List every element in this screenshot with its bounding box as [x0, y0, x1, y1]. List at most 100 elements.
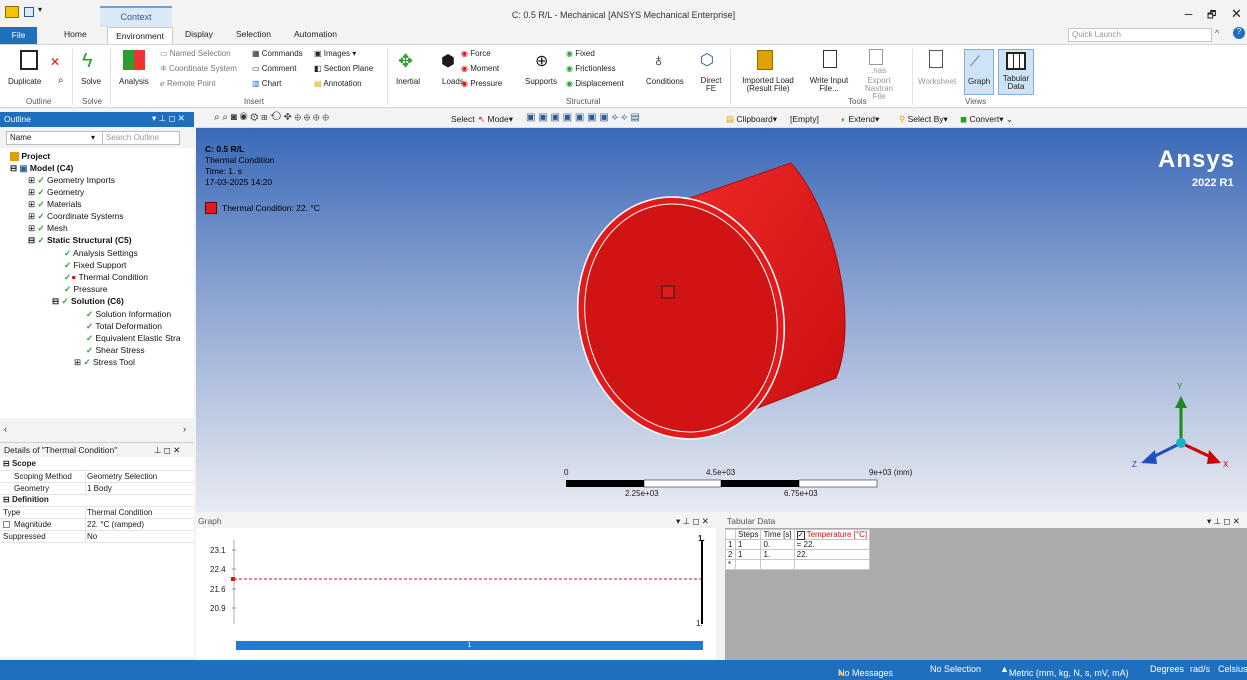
pin-icon[interactable]: ⊥ ◻ ✕: [154, 445, 180, 456]
mode-button[interactable]: ↖ Mode▾: [478, 114, 513, 125]
graphics-viewport[interactable]: C: 0.5 R/L Thermal Condition Time: 1. s …: [196, 128, 1247, 512]
detail-row-geometry[interactable]: Geometry 1 Body: [0, 483, 194, 495]
select-by-button[interactable]: ⚲ Select By▾: [899, 114, 948, 125]
detail-row-type[interactable]: Type Thermal Condition: [0, 507, 194, 519]
tree-item-geometry[interactable]: ⊞ ✓ Geometry: [28, 187, 84, 198]
direct-fe-button[interactable]: Direct FE: [700, 77, 722, 93]
col-temperature[interactable]: ✓ Temperature [°C]: [793, 529, 871, 540]
tree-item-geometry-imports[interactable]: ⊞ ✓ Geometry Imports: [28, 175, 115, 186]
delete-icon[interactable]: ✕: [50, 55, 60, 69]
filter-name-select[interactable]: Name ▾: [6, 131, 104, 145]
tree-item-shear-stress[interactable]: ✓ Shear Stress: [86, 345, 145, 356]
axis-triad[interactable]: [1131, 388, 1231, 478]
tree-item-pressure[interactable]: ✓ Pressure: [64, 284, 108, 295]
chevron-up-icon[interactable]: ^: [1215, 28, 1219, 38]
remote-point-button[interactable]: ℯ Remote Point: [160, 79, 215, 88]
col-steps[interactable]: Steps: [734, 529, 762, 540]
pin-icon[interactable]: ▾ ⊥ ◻ ✕: [676, 516, 709, 527]
fixed-button[interactable]: ◉ Fixed: [566, 49, 595, 58]
timeline-bar[interactable]: 1: [236, 641, 703, 650]
definition-section[interactable]: ⊟ Definition: [0, 495, 194, 507]
tree-item-solution-information[interactable]: ✓ Solution Information: [86, 309, 171, 320]
cylinder-model[interactable]: [566, 148, 926, 468]
pin-icon[interactable]: ▾ ⊥ ◻ ✕: [1207, 516, 1240, 527]
moment-button[interactable]: ◉ Moment: [461, 64, 499, 73]
rate-units[interactable]: rad/s: [1190, 664, 1210, 674]
angle-units[interactable]: Degrees: [1150, 664, 1184, 674]
chart-button[interactable]: ▥ Chart: [252, 79, 281, 88]
named-selection-button[interactable]: ▭ Named Selection: [160, 49, 231, 58]
tree-item-equivalent-elastic-strain[interactable]: ✓ Equivalent Elastic Stra: [86, 333, 181, 344]
checkbox-checked-icon[interactable]: ✓: [796, 531, 805, 540]
tree-item-total-deformation[interactable]: ✓ Total Deformation: [86, 321, 162, 332]
displacement-button[interactable]: ◉ Displacement: [566, 79, 624, 88]
force-button[interactable]: ◉ Force: [461, 49, 491, 58]
tab-automation[interactable]: Automation: [294, 29, 337, 39]
detail-row-magnitude[interactable]: Magnitude 22. °C (ramped): [0, 519, 194, 531]
tab-home[interactable]: Home: [64, 29, 87, 39]
tree-item-materials[interactable]: ⊞ ✓ Materials: [28, 199, 81, 210]
tree-item-stress-tool[interactable]: ⊞ ✓ Stress Tool: [74, 357, 135, 368]
frictionless-button[interactable]: ◉ Frictionless: [566, 64, 616, 73]
tree-item-coordinate-systems[interactable]: ⊞ ✓ Coordinate Systems: [28, 211, 124, 222]
scope-section[interactable]: ⊟ Scope: [0, 459, 194, 471]
search-outline-input[interactable]: Search Outline: [102, 131, 180, 145]
checkbox[interactable]: [3, 521, 10, 528]
tabular-data-button[interactable]: Tabular Data: [1001, 75, 1031, 91]
tab-file[interactable]: File: [0, 27, 37, 44]
chevron-left-icon[interactable]: ‹: [4, 424, 7, 434]
tree-item-static-structural[interactable]: ⊟ ✓ Static Structural (C5): [28, 235, 132, 246]
restore-button[interactable]: 🗗: [1207, 8, 1216, 25]
quick-launch-input[interactable]: Quick Launch: [1068, 28, 1212, 42]
col-time[interactable]: Time [s]: [760, 529, 795, 540]
selection-filter-icons[interactable]: ▣ ▣ ▣ ▣ ▣ ▣ ▣ ⟡ ⟡ ▤: [526, 112, 640, 123]
detail-row-suppressed[interactable]: Suppressed No: [0, 531, 194, 543]
convert-button[interactable]: ◼ Convert▾ ⌄: [960, 114, 1013, 125]
graph-plot[interactable]: [230, 540, 710, 625]
axis-y-label: Y: [1177, 382, 1183, 391]
minimize-button[interactable]: –: [1185, 6, 1192, 21]
supports-button[interactable]: Supports: [525, 77, 557, 86]
graph-button[interactable]: Graph: [968, 77, 990, 86]
comment-button[interactable]: ▭ Comment: [252, 64, 296, 73]
solve-button[interactable]: Solve: [81, 77, 101, 86]
pressure-button[interactable]: ◉ Pressure: [461, 79, 502, 88]
tree-item-solution[interactable]: ⊟ ✓ Solution (C6): [52, 296, 124, 307]
duplicate-button[interactable]: Duplicate: [8, 77, 41, 86]
help-icon[interactable]: ?: [1233, 27, 1245, 39]
imported-load-button[interactable]: Imported Load (Result File): [738, 77, 798, 93]
section-plane-button[interactable]: ◧ Section Plane: [314, 64, 373, 73]
conditions-button[interactable]: Conditions: [646, 77, 684, 86]
tree-item-model[interactable]: ⊟ ▣ Model (C4): [10, 163, 73, 174]
clipboard-button[interactable]: ▤ Clipboard▾: [726, 114, 777, 125]
tree-item-thermal-condition[interactable]: ✓● Thermal Condition: [64, 272, 148, 283]
inertial-button[interactable]: Inertial: [396, 77, 420, 86]
table-row[interactable]: 2 1 1. 22.: [725, 549, 871, 560]
tab-environment[interactable]: Environment: [107, 27, 173, 45]
write-input-button[interactable]: Write Input File...: [808, 77, 850, 93]
outline-hscrollbar[interactable]: ‹ ›: [0, 424, 194, 436]
annotation-button[interactable]: ▤ Annotation: [314, 79, 362, 88]
search-icon[interactable]: ⌕: [58, 75, 64, 86]
tab-selection[interactable]: Selection: [236, 29, 271, 39]
close-button[interactable]: ✕: [1231, 6, 1242, 22]
worksheet-button[interactable]: Worksheet: [918, 77, 956, 86]
units-status[interactable]: ▲ Metric (mm, kg, N, s, mV, mA): [1000, 664, 1129, 678]
tree-item-mesh[interactable]: ⊞ ✓ Mesh: [28, 223, 68, 234]
coordinate-system-button[interactable]: ⁜ Coordinate System: [160, 64, 237, 73]
tree-item-analysis-settings[interactable]: ✓ Analysis Settings: [64, 248, 138, 259]
zoom-icons[interactable]: ⌕ ⌕ ◙ ◉ ⚙ ⊞ ⟲ ✥ ⊕ ⊕ ⊕ ⊕: [214, 112, 329, 123]
temp-units[interactable]: Celsius: [1218, 664, 1247, 674]
tree-item-project[interactable]: Project: [10, 151, 50, 162]
chevron-right-icon[interactable]: ›: [183, 424, 186, 434]
pin-icon[interactable]: ▾ ⊥ ◻ ✕: [152, 113, 185, 124]
table-row[interactable]: *: [725, 559, 871, 570]
analysis-button[interactable]: Analysis: [119, 77, 149, 86]
detail-row-scoping-method[interactable]: Scoping Method Geometry Selection: [0, 471, 194, 483]
commands-button[interactable]: ▦ Commands: [252, 49, 303, 58]
tree-item-fixed-support[interactable]: ✓ Fixed Support: [64, 260, 126, 271]
extend-button[interactable]: ◐ Extend▾: [841, 114, 879, 125]
table-row[interactable]: 1 1 0. = 22.: [725, 539, 871, 550]
tab-display[interactable]: Display: [185, 29, 213, 39]
images-button[interactable]: ▣ Images ▾: [314, 49, 356, 58]
